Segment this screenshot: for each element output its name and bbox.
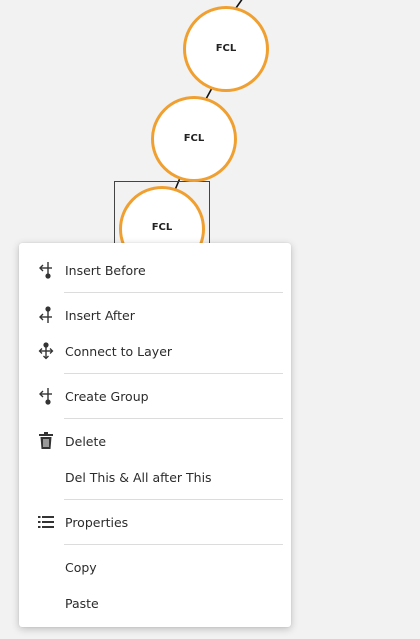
menu-separator [64, 499, 283, 500]
menu-item-label: Copy [65, 559, 97, 575]
menu-separator [64, 544, 283, 545]
node-2-label: FCL [183, 133, 205, 144]
context-menu: Insert Before Insert After Connect to La… [19, 243, 291, 627]
edge-1-2 [205, 87, 213, 100]
menu-item-label: Del This & All after This [65, 469, 212, 485]
menu-item-insert-before[interactable]: Insert Before [19, 252, 291, 288]
menu-item-label: Paste [65, 595, 99, 611]
menu-item-label: Properties [65, 514, 129, 530]
menu-item-create-group[interactable]: Create Group [19, 378, 291, 414]
list-icon [38, 516, 54, 528]
edge-top [235, 0, 243, 9]
menu-separator [64, 418, 283, 419]
menu-item-insert-after[interactable]: Insert After [19, 297, 291, 333]
connect-layer-icon [38, 342, 54, 360]
menu-item-label: Insert Before [65, 262, 146, 278]
edge-2-3 [174, 177, 181, 191]
menu-separator [64, 373, 283, 374]
insert-after-icon [39, 306, 52, 323]
node-1-label: FCL [215, 43, 237, 54]
trash-icon [39, 432, 53, 449]
node-3-label: FCL [151, 222, 173, 233]
menu-item-connect-to-layer[interactable]: Connect to Layer [19, 333, 291, 369]
create-group-icon [39, 388, 52, 405]
menu-item-label: Connect to Layer [65, 343, 173, 359]
menu-item-copy[interactable]: Copy [19, 549, 291, 585]
menu-item-delete[interactable]: Delete [19, 423, 291, 459]
menu-item-label: Insert After [65, 307, 135, 323]
menu-item-paste[interactable]: Paste [19, 585, 291, 621]
menu-item-label: Delete [65, 433, 107, 449]
menu-item-label: Create Group [65, 388, 149, 404]
menu-item-properties[interactable]: Properties [19, 504, 291, 540]
menu-separator [64, 292, 283, 293]
insert-before-icon [39, 262, 52, 279]
menu-item-delete-all-after[interactable]: Del This & All after This [19, 459, 291, 495]
